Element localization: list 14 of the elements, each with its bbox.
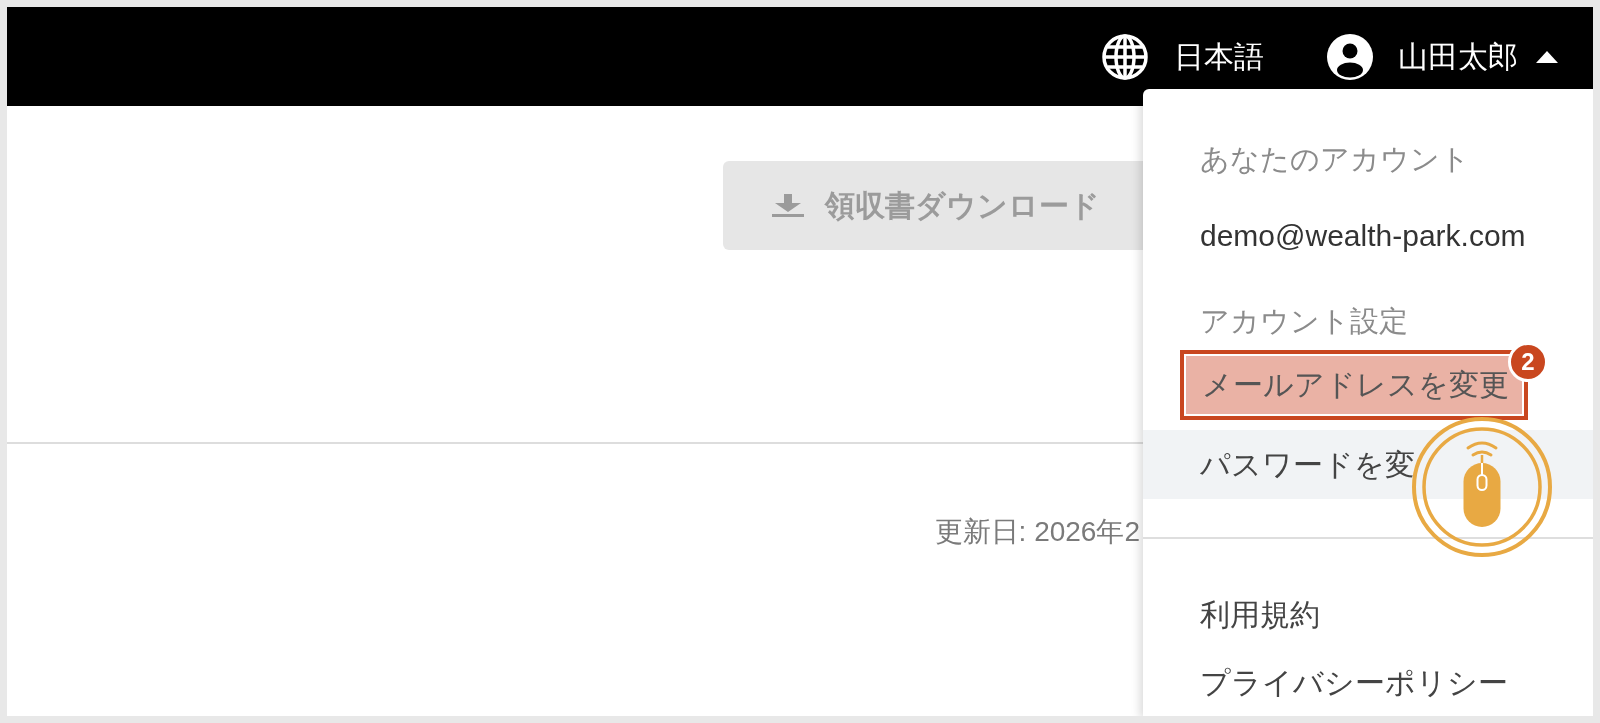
menu-section-heading: あなたのアカウント xyxy=(1199,142,1471,178)
language-button[interactable]: 日本語 xyxy=(1102,33,1264,80)
step-number-badge: 2 xyxy=(1508,342,1548,382)
user-menu-button[interactable]: 山田太郎 xyxy=(1327,33,1558,80)
download-icon xyxy=(772,194,804,217)
globe-icon xyxy=(1102,33,1148,80)
menu-link[interactable]: プライバシーポリシー xyxy=(1143,648,1593,716)
account-email: demo@wealth-park.com xyxy=(1199,217,1527,253)
user-avatar-icon xyxy=(1327,33,1373,80)
menu-link[interactable]: 利用規約 xyxy=(1143,580,1593,648)
updated-date: 更新日: 2026年2 xyxy=(934,517,1140,547)
menu-section-heading: アカウント設定 xyxy=(1199,304,1409,340)
mouse-click-icon xyxy=(1412,416,1552,557)
menu-link[interactable]: パスワードを変 xyxy=(1143,429,1593,499)
